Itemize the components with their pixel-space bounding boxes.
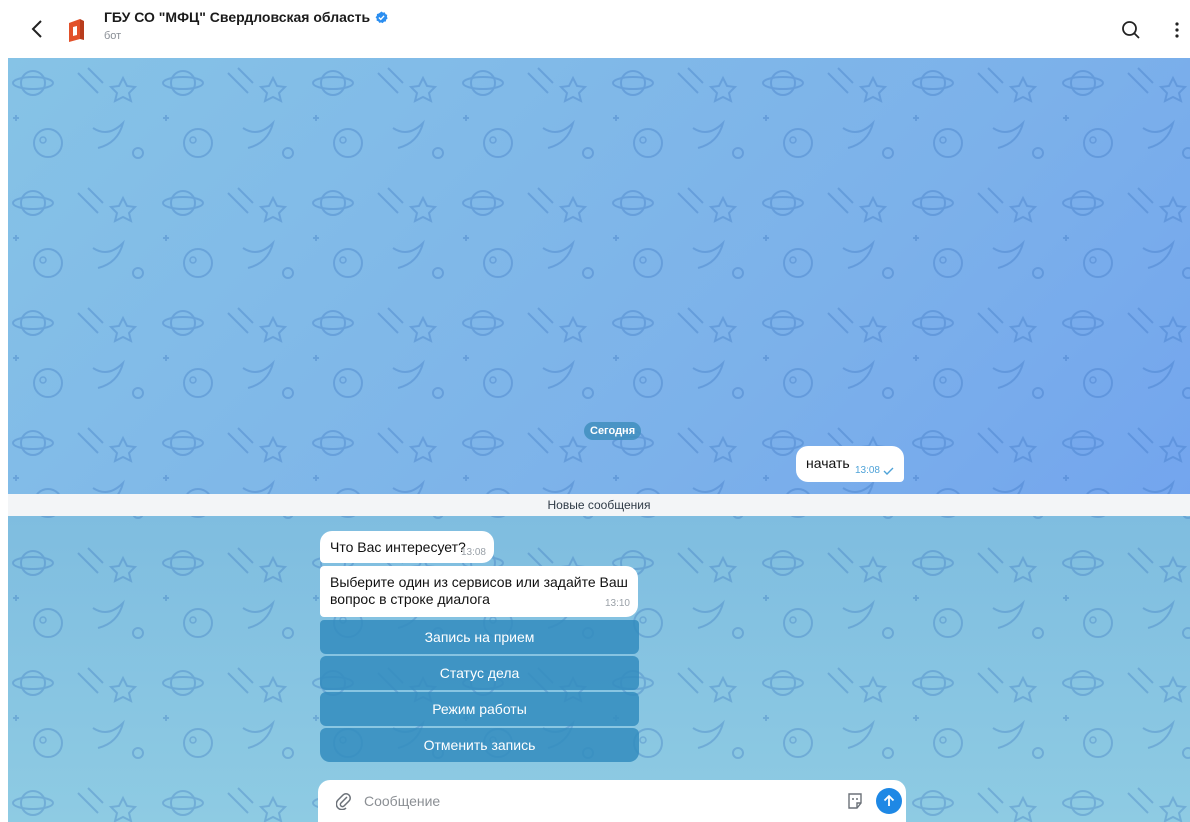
sticker-button[interactable] xyxy=(846,792,864,810)
keyboard-button-case-status[interactable]: Статус дела xyxy=(320,656,639,690)
chat-subtitle: бот xyxy=(104,30,122,42)
chat-area[interactable]: Сегодня начать 13:08 Новые сообщения Что… xyxy=(8,58,1190,822)
avatar[interactable] xyxy=(63,17,89,43)
message-meta: 13:08 xyxy=(855,465,894,476)
chat-header: ГБУ СО "МФЦ" Свердловская область бот xyxy=(0,0,1190,58)
new-messages-divider: Новые сообщения xyxy=(8,494,1190,516)
chat-title-text: ГБУ СО "МФЦ" Свердловская область xyxy=(104,9,371,25)
keyboard-button-working-hours[interactable]: Режим работы xyxy=(320,692,639,726)
message-time: 13:08 xyxy=(460,547,486,558)
verified-icon xyxy=(375,10,388,23)
attach-button[interactable] xyxy=(335,792,352,811)
more-button[interactable] xyxy=(1172,20,1182,40)
incoming-message[interactable]: Что Вас интересует? 13:08 xyxy=(320,531,494,563)
outgoing-message[interactable]: начать 13:08 xyxy=(796,446,904,482)
incoming-message[interactable]: Выберите один из сервисов или задайте Ва… xyxy=(320,566,638,617)
chat-title: ГБУ СО "МФЦ" Свердловская область xyxy=(104,9,388,25)
arrow-up-icon xyxy=(883,794,895,806)
message-composer xyxy=(318,780,906,822)
message-input[interactable] xyxy=(362,788,832,814)
back-button[interactable] xyxy=(26,18,48,40)
check-icon xyxy=(883,467,894,475)
keyboard-button-appointment[interactable]: Запись на прием xyxy=(320,620,639,654)
sticker-icon xyxy=(848,793,862,809)
mfc-logo-icon xyxy=(69,19,84,42)
search-button[interactable] xyxy=(1121,20,1141,40)
message-text: Выберите один из сервисов или задайте Ва… xyxy=(330,574,628,607)
keyboard-button-cancel-appointment[interactable]: Отменить запись xyxy=(320,728,639,762)
message-time: 13:10 xyxy=(604,598,630,609)
message-time: 13:08 xyxy=(854,465,880,476)
message-text: Что Вас интересует? xyxy=(330,539,466,555)
chevron-left-icon xyxy=(31,20,42,38)
chat-title-block[interactable]: ГБУ СО "МФЦ" Свердловская область бот xyxy=(104,9,388,42)
more-vertical-icon xyxy=(1175,22,1179,38)
paperclip-icon xyxy=(335,793,351,811)
send-button[interactable] xyxy=(876,788,902,814)
date-separator: Сегодня xyxy=(584,422,642,440)
search-icon xyxy=(1122,21,1140,39)
message-text: начать xyxy=(806,455,850,471)
